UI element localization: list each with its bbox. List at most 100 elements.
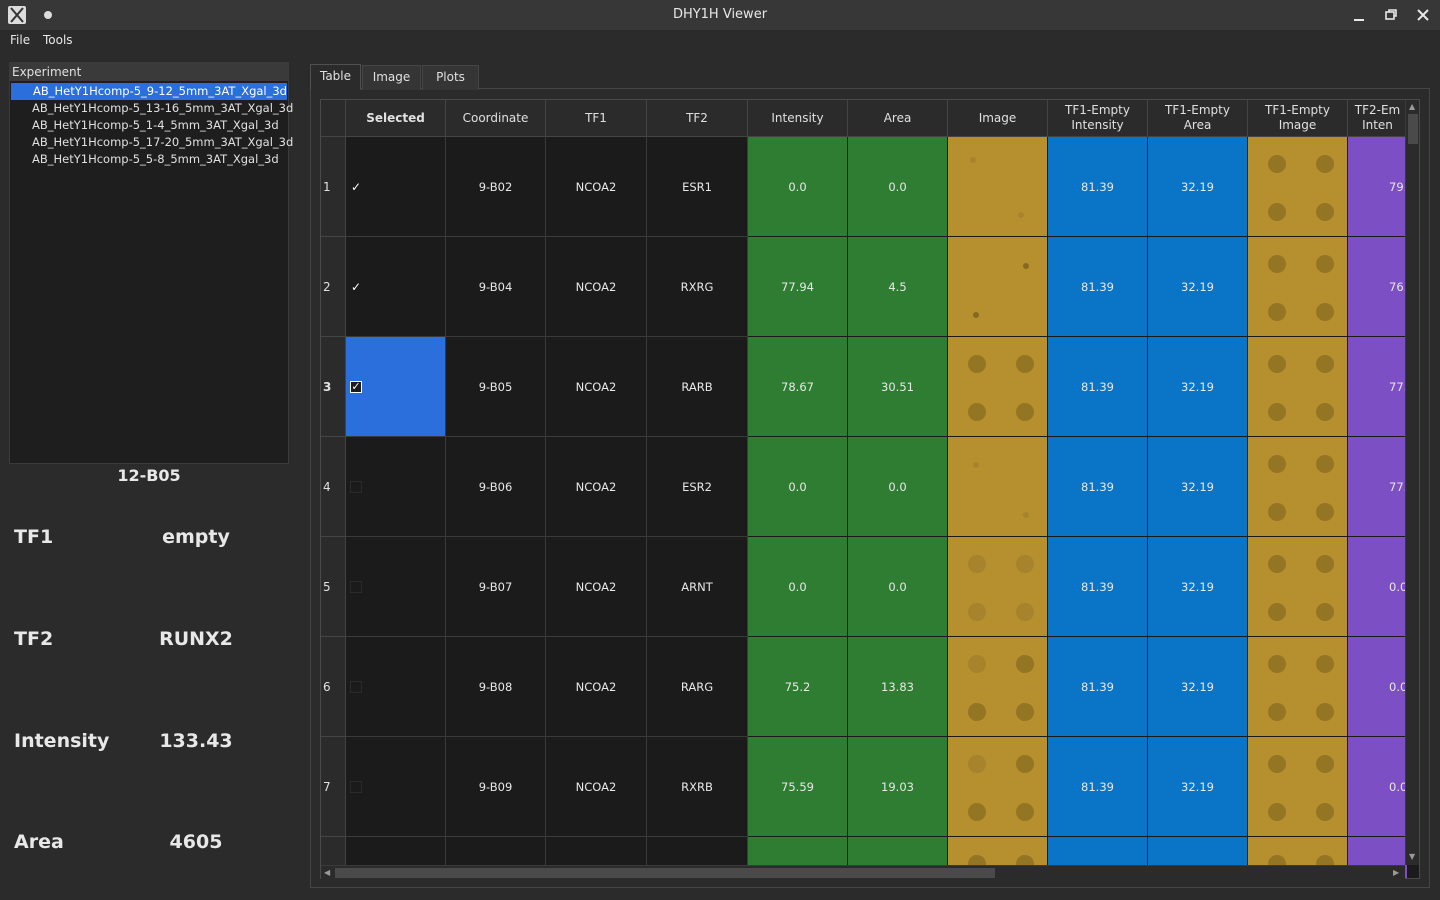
checkbox[interactable] [350,480,362,493]
table-cell-tf1e-image[interactable] [1248,237,1348,337]
table-cell-tf2e-intensity[interactable]: 0.0 [1348,637,1408,737]
table-cell-tf2e-intensity[interactable]: 76.8 [1348,237,1408,337]
column-header-tf2[interactable]: TF2 [647,100,748,137]
row-header[interactable]: 2 [321,237,346,337]
experiment-list[interactable]: Experiment AB_HetY1Hcomp-5_9-12_5mm_3AT_… [9,62,293,464]
table-cell-selected[interactable] [346,637,446,737]
checkbox[interactable] [350,780,362,793]
table-cell-area[interactable]: 0.0 [848,537,948,637]
row-header[interactable]: 7 [321,737,346,837]
table-cell-image[interactable] [948,537,1048,637]
table-cell-tf1e-intensity[interactable]: 81.39 [1048,137,1148,237]
table-cell-tf1[interactable]: NCOA2 [546,637,647,737]
table-cell-image[interactable] [948,137,1048,237]
checkmark-icon[interactable]: ✓ [350,180,362,194]
restore-icon[interactable] [1381,5,1401,25]
column-header-selected[interactable]: Selected [346,100,446,137]
column-header-intensity[interactable]: Intensity [748,100,848,137]
table-cell-tf2[interactable]: RARG [647,637,748,737]
table-cell-area[interactable]: 19.03 [848,737,948,837]
column-header-area[interactable]: Area [848,100,948,137]
table-cell-tf1[interactable]: NCOA2 [546,437,647,537]
table-cell-tf1e-area[interactable]: 32.19 [1148,737,1248,837]
tab-plots[interactable]: Plots [422,65,479,90]
menu-file[interactable]: File [10,33,30,47]
table-cell-area[interactable]: 30.51 [848,337,948,437]
table-cell-tf1[interactable]: NCOA2 [546,337,647,437]
table-cell-tf2[interactable]: RARB [647,337,748,437]
table-cell-tf1e-intensity[interactable]: 81.39 [1048,737,1148,837]
table-cell-tf1e-intensity[interactable]: 81.39 [1048,537,1148,637]
table-cell-tf2e-intensity[interactable]: 77.9 [1348,337,1408,437]
table-cell-tf2[interactable]: ESR1 [647,137,748,237]
table-cell-tf1[interactable]: NCOA2 [546,237,647,337]
table-cell-selected[interactable]: ✓ [346,137,446,237]
scroll-left-icon[interactable]: ◀ [324,868,330,878]
table-cell-tf2[interactable]: ESR2 [647,437,748,537]
table-cell-coordinate[interactable]: 9-B08 [446,637,546,737]
menu-tools[interactable]: Tools [43,33,73,47]
column-header-tf1e-area[interactable]: TF1-Empty Area [1148,100,1248,137]
checkbox[interactable] [350,580,362,593]
experiment-item[interactable]: AB_HetY1Hcomp-5_1-4_5mm_3AT_Xgal_3d [10,117,288,134]
table-cell-tf1e-area[interactable]: 32.19 [1148,537,1248,637]
table-cell-tf1e-area[interactable]: 32.19 [1148,337,1248,437]
table-cell-intensity[interactable]: 75.2 [748,637,848,737]
row-header[interactable]: 1 [321,137,346,237]
table-cell-tf1[interactable]: NCOA2 [546,137,647,237]
table-cell-selected[interactable]: ✓ [346,337,446,437]
tab-image[interactable]: Image [362,65,421,90]
table-cell-tf1e-intensity[interactable]: 81.39 [1048,637,1148,737]
experiment-item[interactable]: AB_HetY1Hcomp-5_17-20_5mm_3AT_Xgal_3d [10,134,293,151]
table-cell-coordinate[interactable]: 9-B09 [446,737,546,837]
table-cell-tf1e-image[interactable] [1248,737,1348,837]
checkmark-icon[interactable]: ✓ [350,380,362,393]
table-cell-tf1e-image[interactable] [1248,537,1348,637]
table-corner[interactable] [321,100,346,137]
checkmark-icon[interactable]: ✓ [350,280,362,294]
table-cell-tf1[interactable]: NCOA2 [546,537,647,637]
table-cell-image[interactable] [948,337,1048,437]
table-cell-intensity[interactable]: 0.0 [748,137,848,237]
table-cell-intensity[interactable]: 75.59 [748,737,848,837]
scroll-right-icon[interactable]: ▶ [1393,868,1399,878]
close-icon[interactable] [1413,5,1433,25]
row-header[interactable]: 6 [321,637,346,737]
table-cell-image[interactable] [948,437,1048,537]
table-cell-selected[interactable]: ✓ [346,237,446,337]
table-cell-tf1e-intensity[interactable]: 81.39 [1048,237,1148,337]
table-cell-coordinate[interactable]: 9-B07 [446,537,546,637]
table-cell-selected[interactable] [346,537,446,637]
table-cell-tf1e-image[interactable] [1248,437,1348,537]
column-header-image[interactable]: Image [948,100,1048,137]
horizontal-scrollbar[interactable]: ◀ ▶ [321,865,1405,879]
table-cell-tf2e-intensity[interactable]: 0.0 [1348,737,1408,837]
experiment-item[interactable]: AB_HetY1Hcomp-5_5-8_5mm_3AT_Xgal_3d [10,151,288,168]
results-table[interactable]: Selected Coordinate TF1 TF2 Intensity Area Ima… [320,99,1420,879]
column-header-tf1[interactable]: TF1 [546,100,647,137]
table-cell-coordinate[interactable]: 9-B02 [446,137,546,237]
table-cell-coordinate[interactable]: 9-B05 [446,337,546,437]
row-header[interactable]: 5 [321,537,346,637]
table-cell-tf1e-area[interactable]: 32.19 [1148,637,1248,737]
minimize-icon[interactable] [1349,5,1369,25]
experiment-item[interactable]: AB_HetY1Hcomp-5_13-16_5mm_3AT_Xgal_3d [10,100,293,117]
table-cell-tf1[interactable]: NCOA2 [546,737,647,837]
table-cell-area[interactable]: 0.0 [848,437,948,537]
table-cell-area[interactable]: 4.5 [848,237,948,337]
table-cell-coordinate[interactable]: 9-B06 [446,437,546,537]
table-cell-intensity[interactable]: 0.0 [748,437,848,537]
table-cell-tf1e-area[interactable]: 32.19 [1148,437,1248,537]
table-cell-intensity[interactable]: 0.0 [748,537,848,637]
row-header[interactable]: 3 [321,337,346,437]
vertical-scroll-thumb[interactable] [1408,114,1418,144]
table-cell-selected[interactable] [346,737,446,837]
table-cell-area[interactable]: 0.0 [848,137,948,237]
table-cell-image[interactable] [948,737,1048,837]
column-header-tf2e-intensity[interactable]: TF2-Em Inten [1348,100,1408,137]
table-cell-tf2[interactable]: RXRG [647,237,748,337]
table-cell-tf1e-image[interactable] [1248,137,1348,237]
table-cell-tf2e-intensity[interactable]: 77.5 [1348,437,1408,537]
table-cell-intensity[interactable]: 77.94 [748,237,848,337]
column-header-tf1e-image[interactable]: TF1-Empty Image [1248,100,1348,137]
